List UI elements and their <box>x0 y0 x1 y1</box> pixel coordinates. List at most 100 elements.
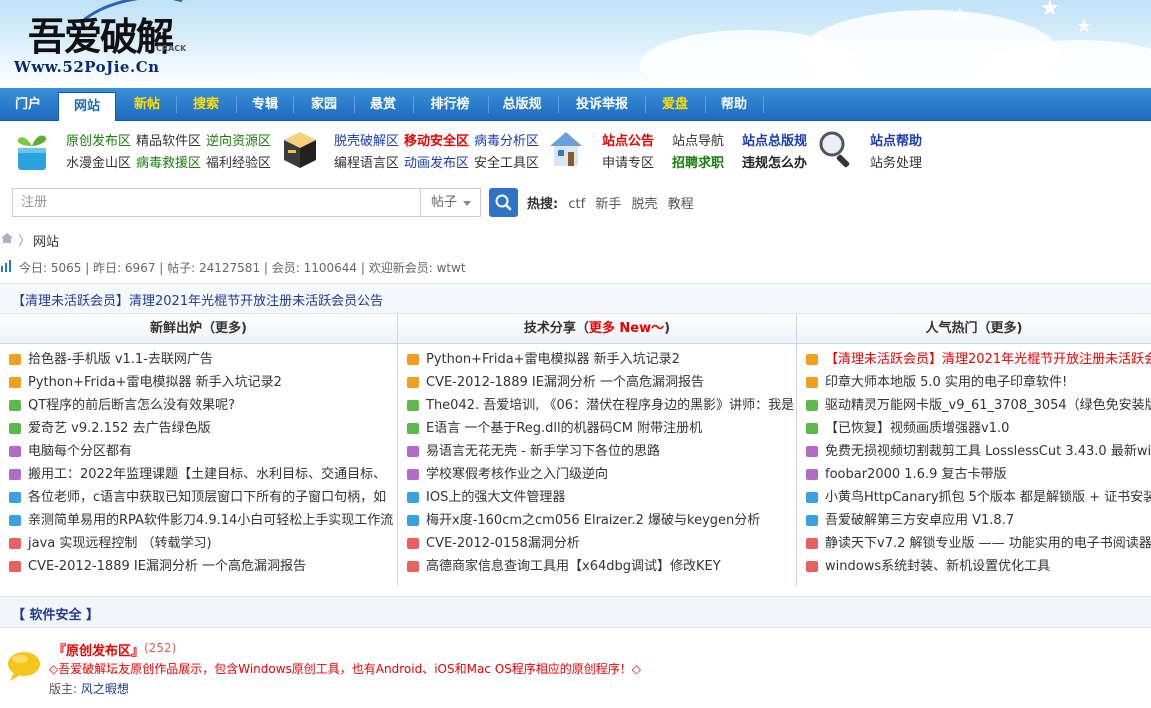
quick-link-security-tools[interactable]: 安全工具区 <box>474 152 539 171</box>
quick-link-announcements[interactable]: 站点公告 <box>602 130 654 149</box>
list-item[interactable]: The042. 吾爱培训, 《06：潜伏在程序身边的黑影》讲师：我是 <box>398 394 796 417</box>
nav-item-website[interactable]: 网站 <box>58 92 116 121</box>
list-item[interactable]: java 实现远程控制 （转载学习) <box>0 532 397 555</box>
nav-item-home[interactable]: 家园 <box>297 88 351 121</box>
search-input[interactable]: 注册 <box>12 188 420 217</box>
quick-link-jobs[interactable]: 招聘求职 <box>672 152 724 171</box>
quick-link-site-nav[interactable]: 站点导航 <box>672 130 724 149</box>
post-link[interactable]: 小黄鸟HttpCanary抓包 5个版本 都是解锁版 + 证书安装教 <box>825 490 1151 505</box>
chat-bubble-icon[interactable] <box>6 650 42 682</box>
quick-link-welfare[interactable]: 福利经验区 <box>206 152 271 171</box>
post-link[interactable]: 爱奇艺 v9.2.152 去广告绿色版 <box>28 421 211 436</box>
list-item[interactable]: foobar2000 1.6.9 复古卡带版 <box>797 463 1151 486</box>
quick-link-fine-software[interactable]: 精品软件区 <box>136 130 201 149</box>
quick-link-mobile-security[interactable]: 移动安全区 <box>404 130 469 149</box>
post-link[interactable]: CVE-2012-1889 IE漏洞分析 一个高危漏洞报告 <box>28 559 306 574</box>
forum-title[interactable]: 『原创发布区』 <box>53 640 144 659</box>
list-item[interactable]: 易语言无花无壳 - 新手学习下各位的思路 <box>398 440 796 463</box>
nav-item-aipan[interactable]: 爱盘 <box>649 88 701 121</box>
list-item[interactable]: 亲测简单易用的RPA软件影刀4.9.14小白可轻松上手实现工作流 <box>0 509 397 532</box>
search-button[interactable] <box>489 188 518 217</box>
nav-item-rules[interactable]: 总版规 <box>492 88 552 121</box>
nav-item-help[interactable]: 帮助 <box>709 88 759 121</box>
list-item[interactable]: 印章大师本地版 5.0 实用的电子印章软件! <box>797 371 1151 394</box>
quick-link-animation[interactable]: 动画发布区 <box>404 152 469 171</box>
post-link[interactable]: 高德商家信息查询工具用【x64dbg调试】修改KEY <box>426 559 721 574</box>
list-item[interactable]: 吾爱破解第三方安卓应用 V1.8.7 <box>797 509 1151 532</box>
nav-item-albums[interactable]: 专辑 <box>240 88 290 121</box>
list-item[interactable]: CVE-2012-1889 IE漏洞分析 一个高危漏洞报告 <box>0 555 397 578</box>
list-item[interactable]: 驱动精灵万能网卡版_v9_61_3708_3054（绿色免安装版) <box>797 394 1151 417</box>
post-link[interactable]: CVE-2012-1889 IE漏洞分析 一个高危漏洞报告 <box>426 375 704 390</box>
post-link[interactable]: java 实现远程控制 （转载学习) <box>28 536 212 551</box>
post-link[interactable]: 搬用工：2022年监理课题【土建目标、水利目标、交通目标、 <box>28 467 386 482</box>
list-item[interactable]: 小黄鸟HttpCanary抓包 5个版本 都是解锁版 + 证书安装教 <box>797 486 1151 509</box>
quick-link-reverse-resources[interactable]: 逆向资源区 <box>206 130 271 149</box>
quick-link-virus-analysis[interactable]: 病毒分析区 <box>474 130 539 149</box>
search-type-select[interactable]: 帖子 <box>420 188 481 217</box>
post-link[interactable]: The042. 吾爱培训, 《06：潜伏在程序身边的黑影》讲师：我是 <box>426 398 794 413</box>
home-icon[interactable] <box>0 232 14 244</box>
list-item[interactable]: 免费无损视频切割裁剪工具 LosslessCut 3.43.0 最新windo <box>797 440 1151 463</box>
post-link[interactable]: Python+Frida+雷电模拟器 新手入坑记录2 <box>28 375 282 390</box>
quick-link-water[interactable]: 水漫金山区 <box>66 152 131 171</box>
hot-keyword[interactable]: 新手 <box>595 197 621 212</box>
breadcrumb-current[interactable]: 网站 <box>33 231 59 250</box>
list-item[interactable]: windows系统封装、新机设置优化工具 <box>797 555 1151 578</box>
post-link[interactable]: 免费无损视频切割裁剪工具 LosslessCut 3.43.0 最新windo <box>825 444 1151 459</box>
post-link[interactable]: 易语言无花无壳 - 新手学习下各位的思路 <box>426 444 660 459</box>
nav-item-ranking[interactable]: 排行榜 <box>417 88 483 121</box>
list-item[interactable]: 【清理未活跃会员】清理2021年光棍节开放注册未活跃会 <box>797 348 1151 371</box>
list-item[interactable]: 高德商家信息查询工具用【x64dbg调试】修改KEY <box>398 555 796 578</box>
list-item[interactable]: E语言 一个基于Reg.dll的机器码CM 附带注册机 <box>398 417 796 440</box>
list-item[interactable]: 学校寒假考核作业之入门级逆向 <box>398 463 796 486</box>
list-item[interactable]: 【已恢复】视频画质增强器v1.0 <box>797 417 1151 440</box>
quick-link-unpacking[interactable]: 脱壳破解区 <box>334 130 399 149</box>
post-link[interactable]: 【清理未活跃会员】清理2021年光棍节开放注册未活跃会 <box>825 352 1151 367</box>
post-link[interactable]: 静读天下v7.2 解锁专业版 —— 功能实用的电子书阅读器 <box>825 536 1151 551</box>
list-item[interactable]: 电脑每个分区都有 <box>0 440 397 463</box>
list-item[interactable]: 静读天下v7.2 解锁专业版 —— 功能实用的电子书阅读器 <box>797 532 1151 555</box>
moderator-name[interactable]: 风之暇想 <box>81 682 129 696</box>
list-item[interactable]: CVE-2012-0158漏洞分析 <box>398 532 796 555</box>
list-item[interactable]: 爱奇艺 v9.2.152 去广告绿色版 <box>0 417 397 440</box>
notice-link[interactable]: 【清理未活跃会员】清理2021年光棍节开放注册未活跃会员公告 <box>12 290 383 309</box>
post-link[interactable]: 学校寒假考核作业之入门级逆向 <box>426 467 608 482</box>
nav-item-search[interactable]: 搜索 <box>180 88 232 121</box>
quick-link-site-help[interactable]: 站点帮助 <box>870 130 922 149</box>
post-link[interactable]: 驱动精灵万能网卡版_v9_61_3708_3054（绿色免安装版) <box>825 398 1151 413</box>
post-link[interactable]: 亲测简单易用的RPA软件影刀4.9.14小白可轻松上手实现工作流 <box>28 513 393 528</box>
hot-keyword[interactable]: 脱壳 <box>631 197 657 212</box>
column-header[interactable]: 人气热门（更多) <box>797 314 1151 344</box>
quick-link-original[interactable]: 原创发布区 <box>66 130 131 149</box>
quick-link-application[interactable]: 申请专区 <box>602 152 654 171</box>
nav-item-report[interactable]: 投诉举报 <box>563 88 641 121</box>
post-link[interactable]: IOS上的强大文件管理器 <box>426 490 565 505</box>
list-item[interactable]: 各位老师，c语言中获取已知顶层窗口下所有的子窗口句柄，如 <box>0 486 397 509</box>
quick-link-violations[interactable]: 违规怎么办 <box>742 152 807 171</box>
site-logo[interactable]: 吾爱破解 CRACK Www.52PoJie.Cn <box>10 0 210 84</box>
list-item[interactable]: IOS上的强大文件管理器 <box>398 486 796 509</box>
nav-item-reward[interactable]: 悬赏 <box>358 88 408 121</box>
post-link[interactable]: foobar2000 1.6.9 复古卡带版 <box>825 467 1006 482</box>
list-item[interactable]: Python+Frida+雷电模拟器 新手入坑记录2 <box>0 371 397 394</box>
column-header[interactable]: 新鲜出炉（更多) <box>0 314 397 344</box>
list-item[interactable]: CVE-2012-1889 IE漏洞分析 一个高危漏洞报告 <box>398 371 796 394</box>
list-item[interactable]: QT程序的前后断言怎么没有效果呢? <box>0 394 397 417</box>
nav-item-new-posts[interactable]: 新帖 <box>121 88 173 121</box>
list-item[interactable]: 搬用工：2022年监理课题【土建目标、水利目标、交通目标、 <box>0 463 397 486</box>
nav-item-portal[interactable]: 门户 <box>0 88 56 121</box>
post-link[interactable]: 拾色器-手机版 v1.1-去联网广告 <box>28 352 213 367</box>
post-link[interactable]: 梅开x度-160cm之cm056 Elraizer.2 爆破与keygen分析 <box>426 513 760 528</box>
quick-link-site-affairs[interactable]: 站务处理 <box>870 152 922 171</box>
post-link[interactable]: windows系统封装、新机设置优化工具 <box>825 559 1050 574</box>
quick-link-virus-rescue[interactable]: 病毒救援区 <box>136 152 201 171</box>
hot-keyword[interactable]: 教程 <box>668 197 694 212</box>
post-link[interactable]: QT程序的前后断言怎么没有效果呢? <box>28 398 235 413</box>
column-header[interactable]: 技术分享（更多 New～) <box>398 314 796 344</box>
post-link[interactable]: 【已恢复】视频画质增强器v1.0 <box>825 421 1009 436</box>
hot-keyword[interactable]: ctf <box>568 197 585 212</box>
list-item[interactable]: Python+Frida+雷电模拟器 新手入坑记录2 <box>398 348 796 371</box>
quick-link-programming[interactable]: 编程语言区 <box>334 152 399 171</box>
column-title-more[interactable]: 更多 New～ <box>589 321 664 336</box>
